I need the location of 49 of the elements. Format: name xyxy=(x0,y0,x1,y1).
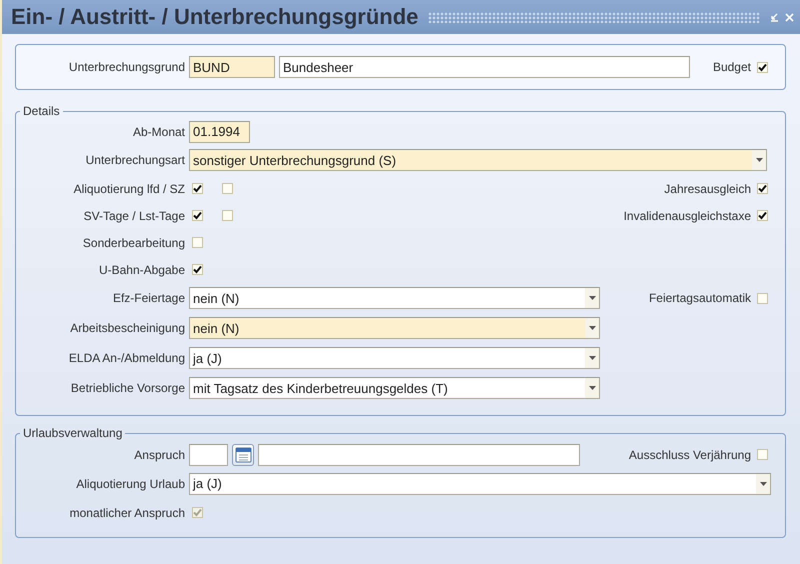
caret-icon xyxy=(760,482,766,486)
checkbox[interactable] xyxy=(757,183,768,194)
field-label: monatlicher Anspruch xyxy=(68,506,186,520)
field-label: Sonderbearbeitung xyxy=(82,236,186,250)
calendar-button[interactable] xyxy=(232,444,254,466)
dropdown[interactable]: nein (N) xyxy=(189,317,600,339)
checkbox-label: Ausschluss Verjährung xyxy=(628,448,751,462)
close-icon[interactable] xyxy=(785,12,794,22)
field-label: Betriebliche Vorsorge xyxy=(70,381,186,395)
field-label: Ab-Monat xyxy=(132,124,186,138)
checkbox-label: Jahresausgleich xyxy=(664,182,751,196)
minimize-icon[interactable] xyxy=(770,12,779,22)
dropdown[interactable]: ja (J) xyxy=(189,472,771,494)
caret-icon xyxy=(588,356,596,360)
checkbox-label: Feiertagsautomatik xyxy=(648,291,751,305)
field-label: SV-Tage / Lst-Tage xyxy=(82,208,186,222)
input-field[interactable]: BUND xyxy=(189,56,275,78)
input-field[interactable]: 01.1994 xyxy=(189,120,250,142)
caret-icon xyxy=(588,326,596,330)
field-label: U-Bahn-Abgabe xyxy=(98,262,186,276)
checkbox-label: Budget xyxy=(712,60,751,74)
field-label: Unterbrechungsgrund xyxy=(68,60,186,74)
input-field[interactable] xyxy=(189,444,228,466)
caret-icon xyxy=(756,158,762,162)
dropdown[interactable]: sonstiger Unterbrechungsgrund (S) xyxy=(189,149,767,171)
dropdown[interactable]: nein (N) xyxy=(189,287,600,309)
field-label: Efz-Feiertage xyxy=(112,291,186,305)
window-title: Ein- / Austritt- / Unterbrechungsgründe xyxy=(11,4,418,30)
field-label: Arbeitsbescheinigung xyxy=(69,321,186,335)
section-legend: Details xyxy=(20,104,63,118)
checkbox-label: Invalidenausgleichstaxe xyxy=(624,208,751,222)
caret-icon xyxy=(588,386,596,390)
checkbox[interactable] xyxy=(192,210,203,221)
checkbox[interactable] xyxy=(192,183,203,194)
field-label: Unterbrechungsart xyxy=(84,153,186,167)
checkbox[interactable] xyxy=(192,264,203,275)
input-field[interactable] xyxy=(258,444,580,466)
field-label: Anspruch xyxy=(133,448,186,462)
input-field[interactable]: Bundesheer xyxy=(279,56,690,78)
field-label: ELDA An-/Abmeldung xyxy=(68,351,186,365)
calendar-icon xyxy=(234,446,252,463)
checkbox[interactable] xyxy=(757,210,768,221)
caret-icon xyxy=(588,296,596,300)
field-label: Aliquotierung lfd / SZ xyxy=(72,182,186,196)
field-label: Aliquotierung Urlaub xyxy=(75,476,186,490)
section-legend: Urlaubsverwaltung xyxy=(20,426,126,440)
checkbox[interactable] xyxy=(757,62,768,72)
dropdown[interactable]: ja (J) xyxy=(189,347,600,369)
dropdown[interactable]: mit Tagsatz des Kinderbetreuungsgeldes (T) xyxy=(189,377,600,399)
